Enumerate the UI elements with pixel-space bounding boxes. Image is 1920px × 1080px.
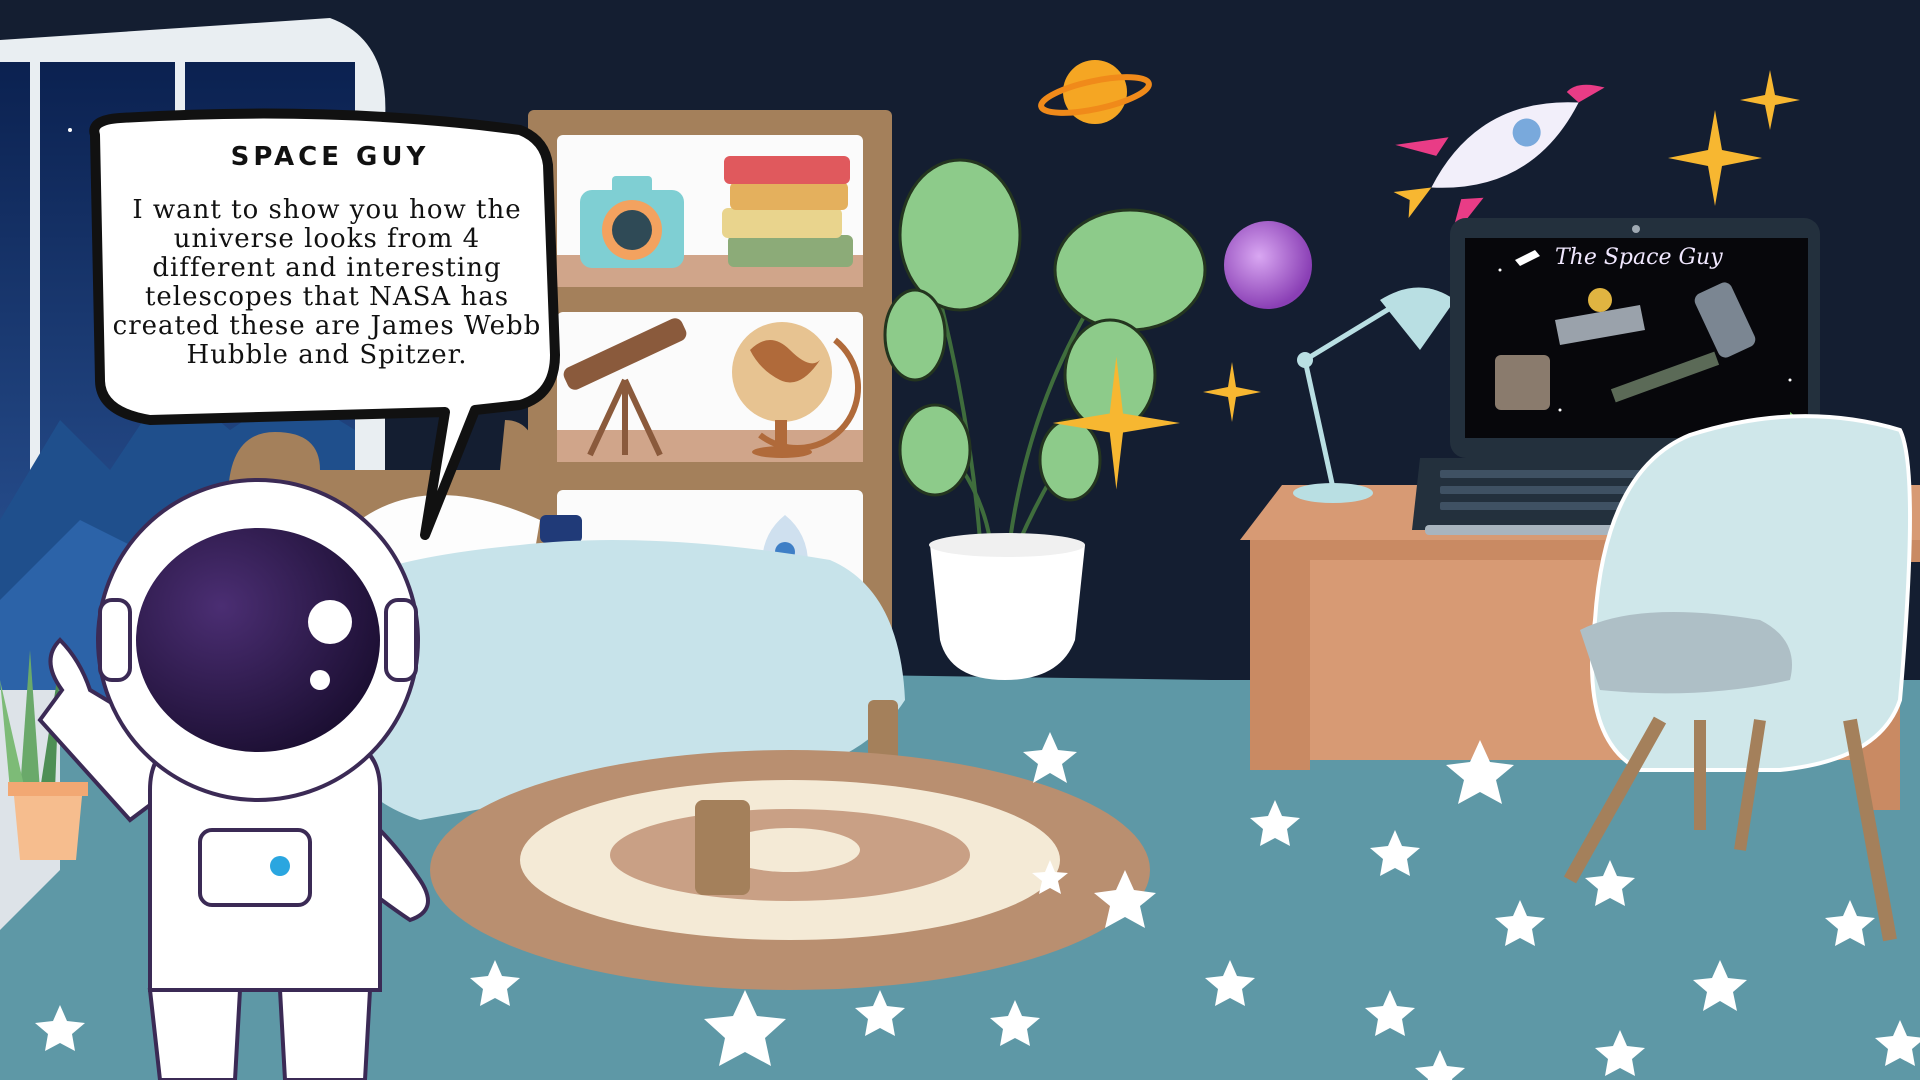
speech-bubble-text: I want to show you how the universe look… xyxy=(112,195,542,370)
rug xyxy=(430,750,1150,990)
laptop-screen-title: The Space Guy xyxy=(1555,245,1723,270)
speech-bubble-title: SPACE GUY xyxy=(230,142,430,172)
purple-planet-icon xyxy=(1224,221,1312,309)
books-stack-icon xyxy=(722,156,853,267)
